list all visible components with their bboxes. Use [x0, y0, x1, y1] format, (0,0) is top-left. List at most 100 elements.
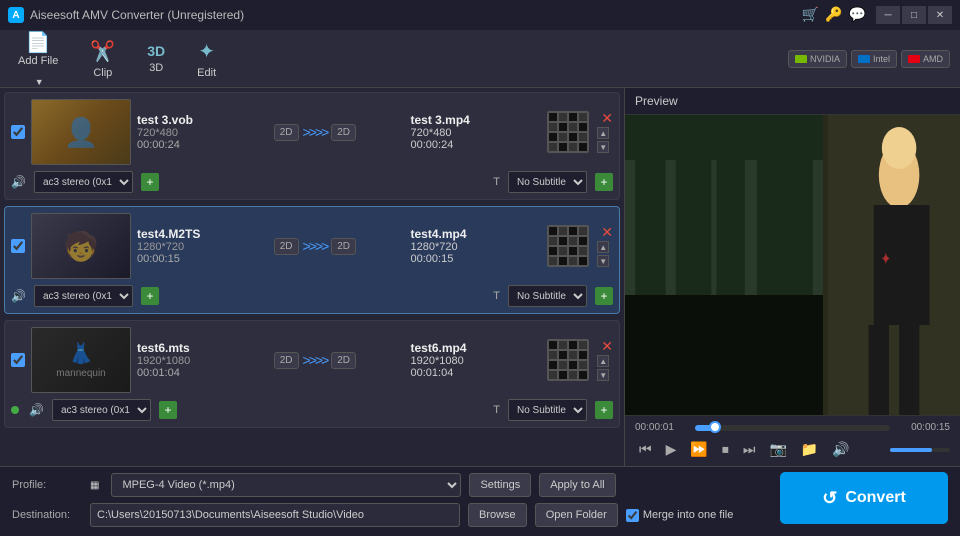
preview-header: Preview — [625, 88, 960, 115]
file-in-dim-1: 720*480 — [137, 127, 268, 139]
file-in-dur-2: 00:00:15 — [137, 253, 268, 265]
subtitle-select-3[interactable]: No Subtitle — [508, 399, 587, 421]
nvidia-label: NVIDIA — [810, 54, 840, 64]
scroll-down-1[interactable]: ▼ — [597, 141, 609, 153]
file-in-name-2: test4.M2TS — [137, 227, 268, 241]
add-subtitle-2[interactable]: + — [595, 287, 613, 305]
film-icon-2 — [547, 225, 589, 267]
preview-video: ✦ — [625, 115, 960, 415]
skip-start-button[interactable]: ⏮ — [635, 439, 656, 460]
file-row-bottom-3: 🔊 ac3 stereo (0x1 + T No Subtitle + — [11, 399, 613, 421]
file-row-top-2: 🧒 test4.M2TS 1280*720 00:00:15 2D >>>> 2… — [11, 213, 613, 279]
edit-icon: ✦ — [198, 39, 215, 64]
file-row-top-3: 👗 mannequin test6.mts 1920*1080 00:01:04… — [11, 327, 613, 393]
close-row-2[interactable]: ✕ — [601, 225, 613, 239]
conversion-section-3: 2D >>>> 2D — [274, 352, 405, 369]
minimize-button[interactable]: ─ — [876, 6, 900, 24]
apply-all-button[interactable]: Apply to All — [539, 473, 615, 497]
preview-panel: Preview — [625, 88, 960, 466]
audio-select-3[interactable]: ac3 stereo (0x1 — [52, 399, 151, 421]
destination-label: Destination: — [12, 509, 82, 521]
file-out-dim-2: 1280*720 — [411, 241, 542, 253]
mp4-icon: ▦ — [90, 480, 99, 491]
volume-button[interactable]: 🔊 — [828, 439, 853, 460]
file-out-dim-1: 720*480 — [411, 127, 542, 139]
scroll-down-3[interactable]: ▼ — [597, 369, 609, 381]
intel-label: Intel — [873, 54, 890, 64]
browse-button[interactable]: Browse — [468, 503, 527, 527]
clip-icon: ✂️ — [90, 39, 115, 64]
time-current: 00:00:01 — [635, 422, 687, 433]
intel-button[interactable]: Intel — [851, 50, 897, 68]
file-in-dur-3: 00:01:04 — [137, 367, 268, 379]
out-badge-3: 2D — [331, 352, 356, 369]
in-badge-2: 2D — [274, 238, 299, 255]
conversion-section-1: 2D >>>> 2D — [274, 124, 405, 141]
file-out-info-3: test6.mp4 1920*1080 00:01:04 — [411, 341, 542, 379]
audio-select-2[interactable]: ac3 stereo (0x1 — [34, 285, 133, 307]
preview-controls: 00:00:01 00:00:15 ⏮ ▶ ⏩ ⏹ ⏭ 📷 📁 🔊 — [625, 415, 960, 466]
clip-button[interactable]: ✂️ Clip — [82, 35, 123, 83]
settings-button[interactable]: Settings — [469, 473, 531, 497]
subtitle-select-1[interactable]: No Subtitle — [508, 171, 587, 193]
arrow-icon-3: >>>> — [303, 352, 328, 368]
destination-input[interactable]: C:\Users\20150713\Documents\Aiseesoft St… — [90, 503, 460, 527]
file-checkbox-2[interactable] — [11, 239, 25, 253]
scroll-down-2[interactable]: ▼ — [597, 255, 609, 267]
3d-button[interactable]: 3D 3D — [139, 39, 173, 78]
convert-button[interactable]: ↺ Convert — [780, 472, 948, 524]
convert-icon: ↺ — [822, 488, 837, 509]
fast-forward-button[interactable]: ⏩ — [686, 439, 711, 460]
maximize-button[interactable]: □ — [902, 6, 926, 24]
conversion-section-2: 2D >>>> 2D — [274, 238, 405, 255]
skip-end-button[interactable]: ⏭ — [739, 439, 760, 460]
subtitle-select-2[interactable]: No Subtitle — [508, 285, 587, 307]
add-subtitle-1[interactable]: + — [595, 173, 613, 191]
file-out-dur-3: 00:01:04 — [411, 367, 542, 379]
file-checkbox-3[interactable] — [11, 353, 25, 367]
nvidia-button[interactable]: NVIDIA — [788, 50, 847, 68]
add-audio-3[interactable]: + — [159, 401, 177, 419]
film-icon-1 — [547, 111, 589, 153]
volume-bar[interactable] — [890, 448, 950, 452]
subtitle-icon-2: T — [493, 290, 500, 302]
window-controls: 🛒 🔑 💬 ─ □ ✕ — [802, 6, 952, 24]
toolbar: 📄 Add File ▼ ✂️ Clip 3D 3D ✦ Edit NVIDIA… — [0, 30, 960, 88]
scroll-up-2[interactable]: ▲ — [597, 241, 609, 253]
main-content: 👤 test 3.vob 720*480 00:00:24 2D >>>> 2D… — [0, 88, 960, 466]
add-file-button[interactable]: 📄 Add File ▼ — [10, 26, 66, 91]
file-row: 👤 test 3.vob 720*480 00:00:24 2D >>>> 2D… — [4, 92, 620, 200]
close-row-1[interactable]: ✕ — [601, 111, 613, 125]
file-out-dur-1: 00:00:24 — [411, 139, 542, 151]
edit-button[interactable]: ✦ Edit — [189, 35, 224, 83]
arrow-icon-2: >>>> — [303, 238, 328, 254]
scroll-up-3[interactable]: ▲ — [597, 355, 609, 367]
amd-button[interactable]: AMD — [901, 50, 950, 68]
in-badge-3: 2D — [274, 352, 299, 369]
merge-label: Merge into one file — [626, 509, 734, 522]
merge-checkbox[interactable] — [626, 509, 639, 522]
open-folder-button[interactable]: Open Folder — [535, 503, 618, 527]
add-subtitle-3[interactable]: + — [595, 401, 613, 419]
add-file-dropdown-icon: ▼ — [35, 77, 44, 87]
close-row-3[interactable]: ✕ — [601, 339, 613, 353]
file-in-name-3: test6.mts — [137, 341, 268, 355]
stop-button[interactable]: ⏹ — [718, 439, 733, 460]
close-button[interactable]: ✕ — [928, 6, 952, 24]
play-button[interactable]: ▶ — [662, 439, 681, 460]
file-row-3: 👗 mannequin test6.mts 1920*1080 00:01:04… — [4, 320, 620, 428]
add-audio-2[interactable]: + — [141, 287, 159, 305]
row-scroll-3: ✕ ▲ ▼ — [597, 339, 613, 381]
audio-select-1[interactable]: ac3 stereo (0x1 — [34, 171, 133, 193]
file-row-2: 🧒 test4.M2TS 1280*720 00:00:15 2D >>>> 2… — [4, 206, 620, 314]
add-audio-1[interactable]: + — [141, 173, 159, 191]
file-checkbox-1[interactable] — [11, 125, 25, 139]
scroll-up-1[interactable]: ▲ — [597, 127, 609, 139]
file-thumbnail-2: 🧒 — [31, 213, 131, 279]
progress-bar[interactable] — [695, 425, 890, 431]
folder-button[interactable]: 📁 — [797, 439, 822, 460]
row-scroll-1: ✕ ▲ ▼ — [597, 111, 613, 153]
screenshot-button[interactable]: 📷 — [765, 439, 790, 460]
3d-icon: 3D — [147, 43, 165, 59]
profile-select[interactable]: MPEG-4 Video (*.mp4) — [111, 473, 461, 497]
